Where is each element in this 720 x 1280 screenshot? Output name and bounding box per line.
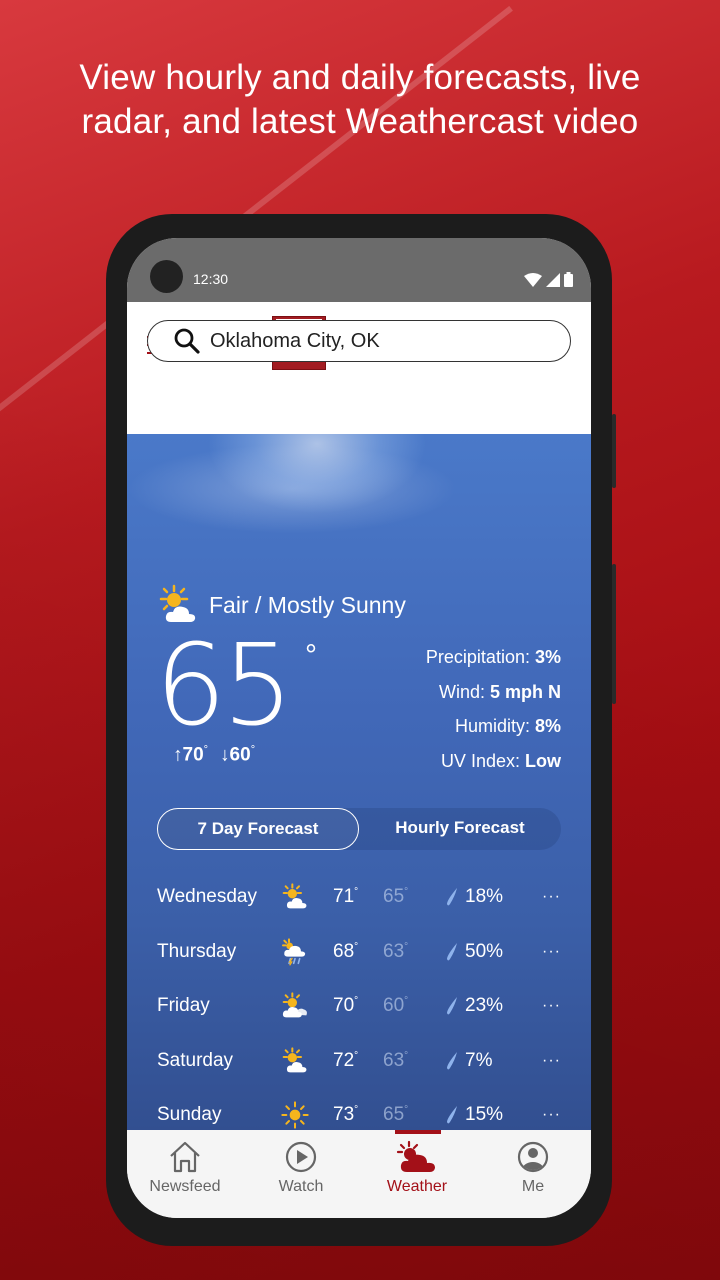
detail-wind: Wind: 5 mph N [438, 681, 561, 702]
raindrop-icon [447, 942, 457, 961]
more-options-icon[interactable]: ··· [542, 888, 561, 906]
power-button [612, 564, 616, 704]
nav-newsfeed[interactable]: Newsfeed [127, 1130, 243, 1218]
search-area [127, 382, 591, 434]
forecast-row[interactable]: Wednesday 71° 65° 18% ··· [157, 870, 561, 925]
profile-icon [517, 1141, 549, 1173]
nav-label: Weather [386, 1178, 448, 1195]
forecast-row[interactable]: Friday 70° 60° 23% ··· [157, 979, 561, 1034]
raindrop-icon [447, 997, 457, 1015]
forecast-precip: 7% [465, 1049, 493, 1071]
forecast-day: Wednesday [157, 886, 257, 908]
more-options-icon[interactable]: ··· [542, 997, 561, 1015]
play-icon [285, 1141, 317, 1173]
weather-icon [396, 1140, 435, 1172]
signal-icon [546, 273, 560, 287]
partly-sunny-icon [159, 584, 196, 622]
forecast-day: Saturday [157, 1049, 234, 1071]
forecast-high: 71° [333, 886, 359, 908]
forecast-high: 72° [333, 1049, 359, 1071]
more-options-icon[interactable]: ··· [542, 943, 561, 961]
status-bar: 12:30 [127, 238, 591, 302]
more-options-icon[interactable]: ··· [542, 1106, 561, 1124]
location-search-input[interactable] [210, 329, 550, 353]
search-icon [174, 328, 200, 354]
wifi-icon [524, 273, 542, 287]
sunny-icon [281, 1101, 333, 1129]
partly-sunny-icon [281, 883, 333, 911]
current-condition: Fair / Mostly Sunny [157, 584, 406, 626]
forecast-high: 68° [333, 940, 359, 962]
volume-button [612, 414, 616, 488]
condition-text: Fair / Mostly Sunny [209, 591, 406, 618]
mostly-cloudy-icon [281, 992, 333, 1020]
phone-frame: 12:30 FOX 25 WE'VE GOT YOUR BACK [106, 214, 616, 1246]
front-camera [150, 260, 183, 293]
partly-sunny-icon [281, 1047, 333, 1075]
promo-headline: View hourly and daily forecasts, live ra… [0, 56, 720, 144]
raindrop-icon [447, 1106, 457, 1124]
current-temperature: 65 [155, 621, 294, 751]
nav-weather[interactable]: Weather [359, 1130, 475, 1218]
forecast-low: 65° [383, 1104, 409, 1126]
forecast-low: 63° [383, 1049, 409, 1071]
high-low-temps: ↑70° ↓60° [173, 744, 255, 766]
detail-precipitation: Precipitation: 3% [425, 647, 561, 667]
home-icon [170, 1141, 200, 1173]
forecast-precip: 50% [465, 940, 504, 962]
tab-hourly-forecast[interactable]: Hourly Forecast [359, 808, 561, 850]
tab-7-day-forecast[interactable]: 7 Day Forecast [157, 808, 359, 850]
nav-watch[interactable]: Watch [243, 1130, 359, 1218]
active-tab-indicator [395, 1130, 441, 1134]
weather-panel: Fair / Mostly Sunny 65 ° ↑70° ↓60° Preci… [127, 434, 591, 1132]
phone-screen: 12:30 FOX 25 WE'VE GOT YOUR BACK [127, 238, 591, 1218]
high-temp: ↑70° [173, 744, 209, 766]
forecast-row[interactable]: Thursday 68° 63° 50% ··· [157, 925, 561, 980]
forecast-day: Thursday [157, 940, 237, 962]
forecast-row[interactable]: Sunday 73° 65° 15% ··· [157, 1088, 561, 1132]
detail-humidity: Humidity: 8% [454, 716, 561, 736]
low-temp: ↓60° [220, 744, 256, 766]
forecast-precip: 15% [465, 1104, 504, 1126]
sun-cloud-rain-icon [281, 938, 333, 966]
forecast-high: 73° [333, 1104, 359, 1126]
headline-line-1: View hourly and daily forecasts, live [79, 58, 641, 97]
forecast-high: 70° [333, 995, 359, 1017]
forecast-low: 60° [383, 995, 409, 1017]
forecast-tabs: 7 Day Forecast Hourly Forecast [157, 808, 561, 850]
status-time: 12:30 [193, 271, 229, 287]
nav-label: Me [521, 1178, 545, 1195]
degree-symbol: ° [305, 639, 317, 672]
daily-forecast-list: Wednesday 71° 65° 18% ··· Thursday 68° 6… [157, 870, 561, 1132]
forecast-day: Sunday [157, 1104, 222, 1126]
forecast-precip: 23% [465, 995, 504, 1017]
nav-label: Watch [278, 1178, 324, 1195]
forecast-precip: 18% [465, 886, 504, 908]
battery-icon [564, 272, 573, 287]
status-icons [524, 272, 573, 287]
forecast-low: 63° [383, 940, 409, 962]
forecast-row[interactable]: Saturday 72° 63° 7% ··· [157, 1034, 561, 1089]
detail-uv-index: UV Index: Low [440, 750, 561, 771]
nav-me[interactable]: Me [475, 1130, 591, 1218]
more-options-icon[interactable]: ··· [542, 1052, 561, 1070]
forecast-day: Friday [157, 995, 210, 1017]
nav-label: Newsfeed [149, 1178, 221, 1195]
forecast-low: 65° [383, 886, 409, 908]
raindrop-icon [447, 888, 457, 906]
current-details: Precipitation: 3% Wind: 5 mph N Humidity… [426, 640, 561, 778]
headline-line-2: radar, and latest Weathercast video [81, 102, 639, 141]
bottom-navigation: Newsfeed Watch Weather Me [127, 1130, 591, 1218]
raindrop-icon [447, 1051, 457, 1070]
location-search-bar[interactable] [147, 320, 571, 362]
